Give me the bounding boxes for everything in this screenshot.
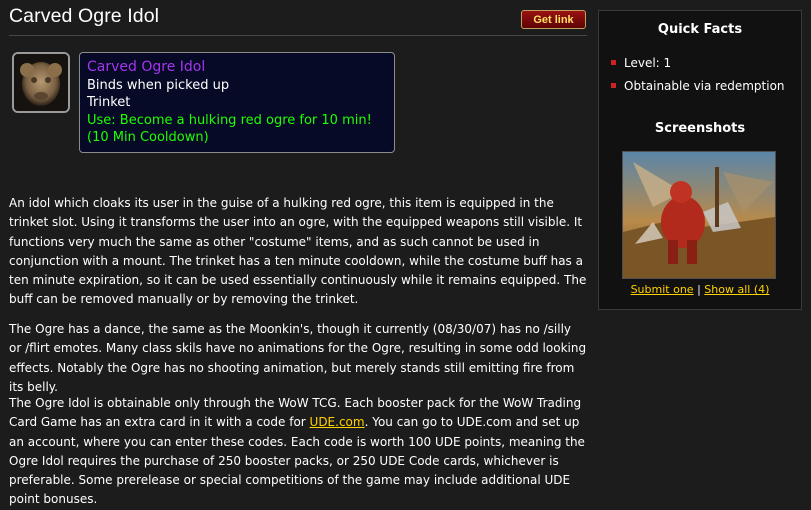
- fact-item: Level: 1: [611, 56, 671, 70]
- description-paragraph-2: The Ogre has a dance, the same as the Mo…: [9, 322, 587, 394]
- quick-facts-heading: Quick Facts: [657, 22, 743, 37]
- fact-item: Obtainable via redemption: [611, 79, 785, 93]
- fact-text: Obtainable via redemption: [624, 79, 785, 93]
- title-divider: [9, 35, 587, 36]
- bullet-icon: [611, 83, 616, 88]
- item-tooltip: Carved Ogre Idol Binds when picked up Tr…: [79, 52, 395, 153]
- screenshot-thumbnail[interactable]: [622, 151, 776, 279]
- screenshots-heading: Screenshots: [654, 121, 746, 136]
- item-bind-text: Binds when picked up: [87, 77, 230, 93]
- show-all-screenshots-link[interactable]: Show all (4): [704, 283, 769, 296]
- description-paragraph-3: The Ogre Idol is obtainable only through…: [9, 394, 587, 510]
- submit-screenshot-link[interactable]: Submit one: [631, 283, 694, 296]
- link-separator: |: [697, 283, 701, 296]
- page-title: Carved Ogre Idol: [9, 5, 160, 27]
- screenshot-links: Submit one | Show all (4): [599, 283, 801, 296]
- item-slot-text: Trinket: [87, 95, 131, 110]
- sidebar-panel: Quick Facts Level: 1 Obtainable via rede…: [598, 10, 802, 310]
- fact-text: Level: 1: [624, 56, 672, 70]
- get-link-button[interactable]: Get link: [521, 10, 586, 29]
- item-use-text: Use: Become a hulking red ogre for 10 mi…: [87, 112, 372, 146]
- bullet-icon: [611, 60, 616, 65]
- ogre-idol-icon[interactable]: [12, 52, 70, 113]
- item-name[interactable]: Carved Ogre Idol: [87, 59, 387, 77]
- description-paragraph-1: An idol which cloaks its user in the gui…: [9, 196, 587, 307]
- ude-link[interactable]: UDE.com: [310, 415, 365, 429]
